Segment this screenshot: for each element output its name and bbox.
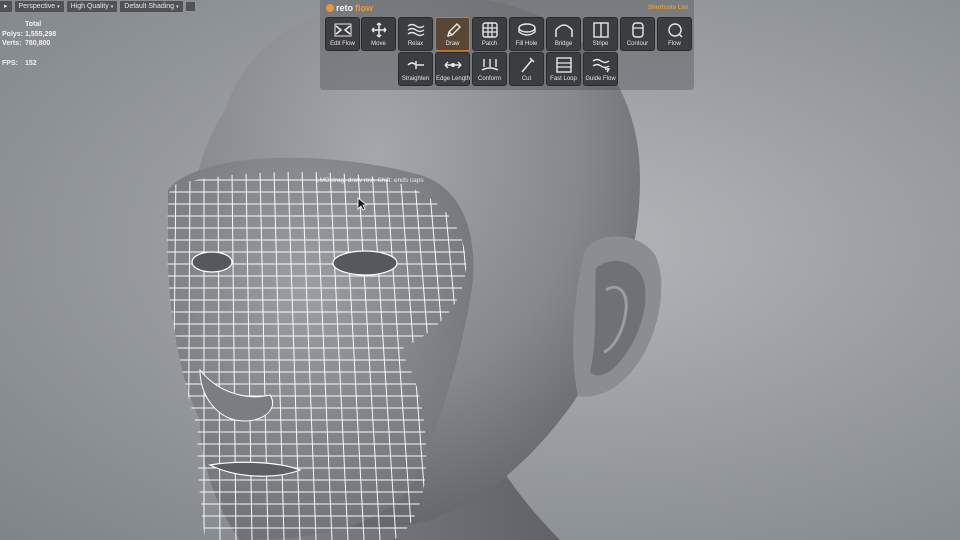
viewport-menu-bar: ▸ Perspective ▾ High Quality ▾ Default Sha… bbox=[0, 0, 195, 12]
tool-edge-length-button[interactable]: Edge Length bbox=[435, 52, 470, 86]
fill-hole-icon bbox=[517, 23, 536, 36]
tool-label: Guide Flow bbox=[585, 76, 616, 82]
retopoflow-logo: reto flow bbox=[326, 3, 373, 13]
tool-label: Relax bbox=[407, 41, 424, 47]
fps-value: 152 bbox=[25, 59, 37, 67]
mouse-cursor-icon bbox=[357, 197, 367, 211]
tool-label: Contour bbox=[626, 41, 649, 47]
tool-stripe-button[interactable]: Stripe bbox=[583, 17, 618, 51]
shading-label: Default Shading bbox=[124, 2, 175, 10]
quality-dropdown[interactable]: High Quality ▾ bbox=[66, 0, 118, 12]
relax-icon bbox=[407, 23, 424, 37]
brand-name-a: reto bbox=[336, 3, 354, 13]
conform-icon bbox=[481, 59, 498, 71]
flow-icon bbox=[667, 23, 682, 38]
brand-name-b: flow bbox=[355, 3, 374, 13]
edge-length-icon bbox=[444, 61, 461, 69]
tool-fast-loop-button[interactable]: Fast Loop bbox=[546, 52, 581, 86]
draw-icon bbox=[446, 23, 461, 37]
tool-label: Cut bbox=[521, 76, 532, 82]
move-icon bbox=[370, 22, 387, 38]
quality-label: High Quality bbox=[70, 2, 109, 10]
patch-icon bbox=[481, 22, 498, 38]
tool-label: Straighten bbox=[401, 76, 430, 82]
shortcuts-list-link[interactable]: Shortcuts List bbox=[648, 5, 688, 11]
tool-guide-flow-button[interactable]: Guide Flow bbox=[583, 52, 618, 86]
stats-header: Total bbox=[25, 21, 42, 28]
chevron-down-icon: ▾ bbox=[110, 3, 114, 10]
tool-label: Edit Flow bbox=[330, 41, 355, 47]
tool-label: Conform bbox=[477, 76, 501, 82]
stripe-icon bbox=[592, 22, 609, 38]
verts-label: Verts: bbox=[2, 40, 22, 47]
viewport-arrow-icon[interactable]: ▸ bbox=[0, 0, 12, 12]
cut-icon bbox=[520, 57, 535, 73]
tool-flow-button[interactable]: Flow bbox=[657, 17, 692, 51]
tool-bridge-button[interactable]: Bridge bbox=[546, 17, 581, 51]
tool-edit-flow-button[interactable]: Edit Flow bbox=[325, 17, 360, 51]
tool-label: Draw bbox=[445, 41, 460, 47]
guide-flow-icon bbox=[592, 58, 610, 73]
verts-value: 780,800 bbox=[25, 40, 51, 47]
tool-label: Flow bbox=[668, 41, 681, 47]
stats-overlay: Total Polys: 1,555,298 Verts: 780,800 FPS:… bbox=[2, 20, 56, 68]
tool-move-button[interactable]: Move bbox=[361, 17, 396, 51]
polys-label: Polys: bbox=[2, 30, 24, 38]
contour-icon bbox=[631, 22, 644, 38]
tool-cut-button[interactable]: Cut bbox=[509, 52, 544, 86]
straighten-icon bbox=[407, 61, 424, 69]
tool-label: Fast Loop bbox=[550, 76, 577, 82]
perspective-label: Perspective bbox=[18, 2, 56, 10]
draw-tool-tooltip: LMB drag: draw row. Shift: ends caps bbox=[316, 177, 424, 184]
polys-value: 1,555,298 bbox=[25, 30, 57, 38]
tool-relax-button[interactable]: Relax bbox=[398, 17, 433, 51]
tool-fill-hole-button[interactable]: Fill Hole bbox=[509, 17, 544, 51]
shading-dropdown[interactable]: Default Shading ▾ bbox=[120, 0, 183, 12]
fast-loop-icon bbox=[555, 57, 572, 73]
retopoflow-logo-icon bbox=[326, 4, 334, 12]
tool-straighten-button[interactable]: Straighten bbox=[398, 52, 433, 86]
tool-draw-button[interactable]: Draw bbox=[435, 17, 470, 51]
tool-contour-button[interactable]: Contour bbox=[620, 17, 655, 51]
chevron-down-icon: ▾ bbox=[176, 3, 179, 10]
bridge-icon bbox=[554, 24, 573, 37]
tool-label: Patch bbox=[481, 41, 498, 47]
fps-label: FPS: bbox=[2, 59, 18, 67]
perspective-dropdown[interactable]: Perspective ▾ bbox=[14, 0, 64, 12]
tool-label: Stripe bbox=[592, 41, 609, 47]
edit-flow-icon bbox=[334, 23, 351, 37]
tool-label: Fill Hole bbox=[515, 41, 538, 47]
tool-conform-button[interactable]: Conform bbox=[472, 52, 507, 86]
tool-label: Move bbox=[371, 41, 386, 47]
tool-label: Bridge bbox=[554, 41, 573, 47]
chevron-down-icon: ▾ bbox=[57, 3, 60, 10]
tool-patch-button[interactable]: Patch bbox=[472, 17, 507, 51]
viewport-options-icon[interactable] bbox=[185, 1, 195, 11]
tool-label: Edge Length bbox=[436, 76, 471, 82]
